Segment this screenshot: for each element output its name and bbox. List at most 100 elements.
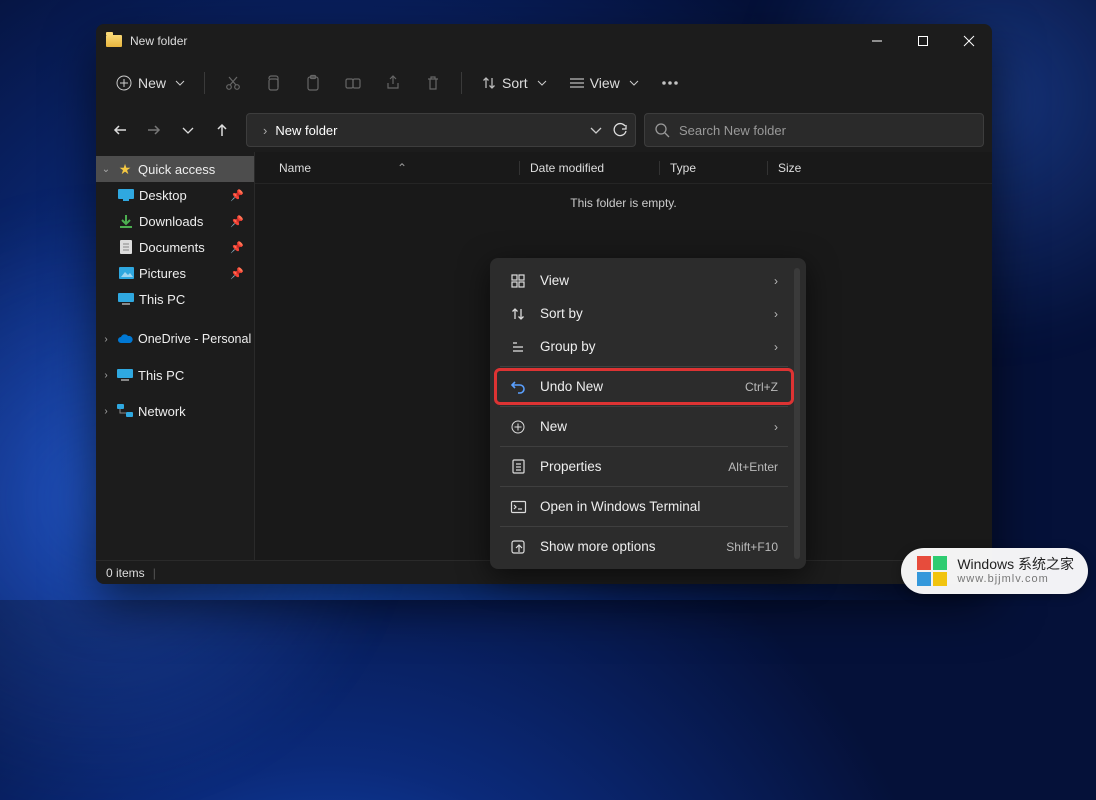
maximize-button[interactable] [900,24,946,58]
ctx-undo-new[interactable]: Undo New Ctrl+Z [496,370,792,403]
breadcrumb-folder[interactable]: New folder [275,123,337,138]
ctx-label: Undo New [540,379,603,394]
ctx-properties[interactable]: Properties Alt+Enter [496,450,792,483]
pc-icon [118,291,134,307]
shortcut: Shift+F10 [726,540,778,554]
address-bar[interactable]: › New folder [246,113,636,147]
chevron-down-icon [176,79,184,87]
ctx-sort-by[interactable]: Sort by › [496,297,792,330]
item-count: 0 items [106,566,145,580]
ctx-new[interactable]: New › [496,410,792,443]
search-icon [655,123,669,137]
rename-button[interactable] [335,69,371,97]
chevron-down-icon: ⌄ [100,164,112,175]
sidebar-label: Desktop [139,188,187,203]
share-button[interactable] [375,69,411,97]
folder-icon [106,35,122,47]
titlebar[interactable]: New folder [96,24,992,58]
up-button[interactable] [206,114,238,146]
ctx-label: Group by [540,339,596,354]
col-date[interactable]: Date modified [519,161,659,175]
new-button[interactable]: New [106,69,194,97]
pin-icon: 📌 [230,215,244,228]
column-headers: Name ⌃ Date modified Type Size [255,152,992,184]
paste-button[interactable] [295,69,331,97]
sidebar-label: Network [138,404,186,419]
breadcrumb-sep: › [263,123,267,138]
sort-icon [510,306,526,322]
star-icon: ★ [117,161,133,177]
sidebar-label: This PC [139,292,185,307]
col-type[interactable]: Type [659,161,767,175]
col-size[interactable]: Size [767,161,837,175]
group-icon [510,339,526,355]
chevron-right-icon: › [774,274,778,288]
col-label: Date modified [530,161,604,175]
sidebar-item-this-pc-pinned[interactable]: This PC [96,286,254,312]
pin-icon: 📌 [230,267,244,280]
ctx-label: Properties [540,459,602,474]
chevron-right-icon: › [100,370,112,381]
properties-icon [510,459,526,475]
sidebar-label: Pictures [139,266,186,281]
context-menu: View › Sort by › Group by › Undo New Ctr… [490,258,806,569]
delete-button[interactable] [415,69,451,97]
more-icon [510,539,526,555]
plus-icon [510,419,526,435]
chevron-down-icon[interactable] [591,126,601,134]
sidebar-label: Documents [139,240,205,255]
pc-icon [117,367,133,383]
sidebar-label: Quick access [138,162,215,177]
ctx-view[interactable]: View › [496,264,792,297]
chevron-right-icon: › [100,334,112,345]
ctx-label: Sort by [540,306,583,321]
ctx-terminal[interactable]: Open in Windows Terminal [496,490,792,523]
forward-button[interactable] [138,114,170,146]
grid-icon [510,273,526,289]
ctx-label: View [540,273,569,288]
ctx-more-options[interactable]: Show more options Shift+F10 [496,530,792,563]
watermark: Windows 系统之家 www.bjjmlv.com [901,548,1088,594]
watermark-title: Windows 系统之家 [957,557,1074,572]
chevron-right-icon: › [100,406,112,417]
col-name[interactable]: Name ⌃ [279,161,519,175]
sidebar-item-network[interactable]: › Network [96,398,254,424]
pin-icon: 📌 [230,241,244,254]
cut-button[interactable] [215,69,251,97]
sort-label: Sort [502,75,528,91]
copy-button[interactable] [255,69,291,97]
new-label: New [138,75,166,91]
sidebar-item-pictures[interactable]: Pictures 📌 [96,260,254,286]
context-scrollbar[interactable] [794,268,800,559]
refresh-button[interactable] [613,123,627,137]
sidebar-label: OneDrive - Personal [138,332,251,346]
view-button[interactable]: View [560,69,648,97]
search-input[interactable]: Search New folder [644,113,984,147]
chevron-down-icon [538,79,546,87]
chevron-down-icon [630,79,638,87]
ctx-label: New [540,419,567,434]
pin-icon: 📌 [230,189,244,202]
search-placeholder: Search New folder [679,123,786,138]
chevron-right-icon: › [774,340,778,354]
back-button[interactable] [104,114,136,146]
sidebar-item-downloads[interactable]: Downloads 📌 [96,208,254,234]
more-button[interactable] [652,75,688,91]
shortcut: Alt+Enter [728,460,778,474]
sidebar-item-quick-access[interactable]: ⌄ ★ Quick access [96,156,254,182]
sidebar-item-onedrive[interactable]: › OneDrive - Personal [96,326,254,352]
close-button[interactable] [946,24,992,58]
chevron-right-icon: › [774,307,778,321]
sidebar-item-desktop[interactable]: Desktop 📌 [96,182,254,208]
sort-button[interactable]: Sort [472,69,556,97]
minimize-button[interactable] [854,24,900,58]
sidebar-item-this-pc[interactable]: › This PC [96,362,254,388]
sidebar-item-documents[interactable]: Documents 📌 [96,234,254,260]
sort-indicator: ⌃ [397,161,407,175]
col-label: Type [670,161,696,175]
view-label: View [590,75,620,91]
network-icon [117,403,133,419]
recent-button[interactable] [172,114,204,146]
download-icon [118,213,134,229]
ctx-group-by[interactable]: Group by › [496,330,792,363]
